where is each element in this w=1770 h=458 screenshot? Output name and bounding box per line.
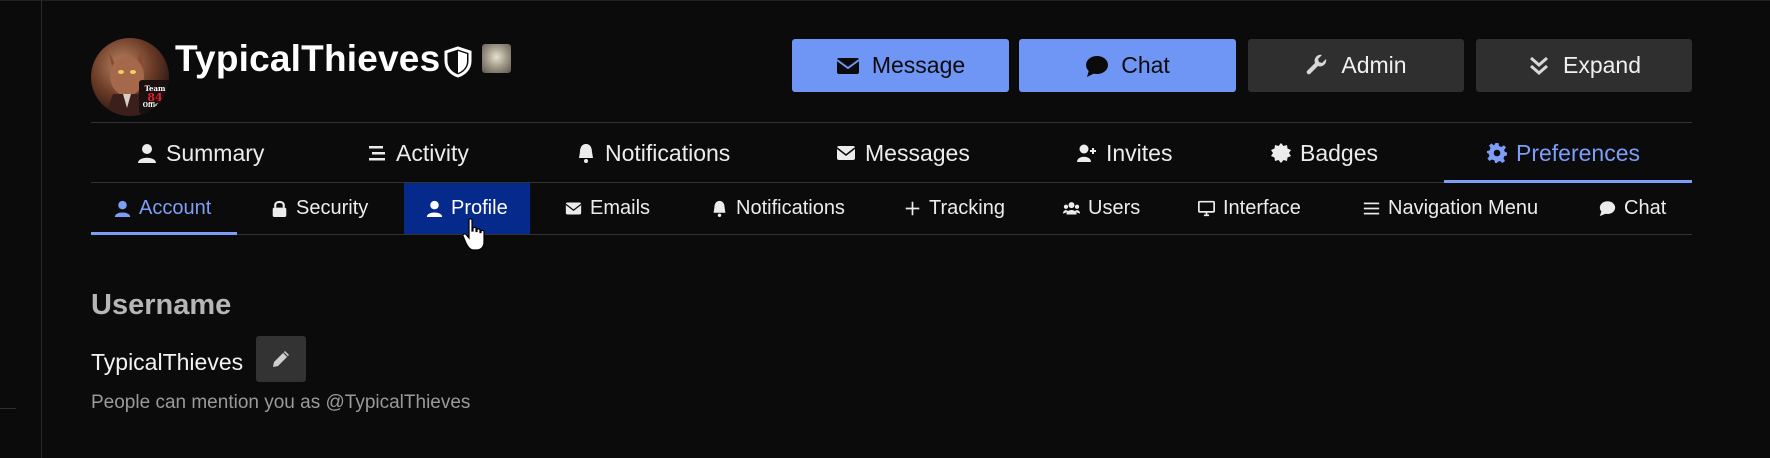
gear-icon — [1487, 143, 1507, 163]
subtab-navigation-menu[interactable]: Navigation Menu — [1363, 183, 1538, 234]
subtab-users[interactable]: Users — [1063, 183, 1140, 234]
pencil-icon — [273, 351, 289, 367]
bars-icon — [1363, 202, 1380, 215]
bell-icon — [713, 200, 726, 217]
chat-button-label: Chat — [1121, 52, 1170, 78]
shield-icon — [444, 46, 472, 78]
mention-hint-text: People can mention you as @TypicalThieve… — [91, 392, 471, 413]
envelope-icon — [565, 202, 582, 215]
chat-button[interactable]: Chat — [1019, 39, 1236, 92]
tab-activity-label: Activity — [396, 139, 469, 166]
top-border — [0, 0, 1770, 1]
desktop-icon — [1198, 200, 1215, 217]
tab-summary[interactable]: Summary — [137, 123, 264, 183]
tab-invites[interactable]: Invites — [1077, 123, 1172, 183]
comment-icon — [1086, 55, 1109, 77]
subtab-tracking[interactable]: Tracking — [904, 183, 1005, 234]
badge-text-bottom: Official — [142, 102, 168, 109]
subtab-chat[interactable]: Chat — [1599, 183, 1666, 234]
subtab-users-label: Users — [1088, 197, 1141, 219]
page-title: TypicalThieves — [175, 38, 441, 79]
wrench-icon — [1307, 54, 1327, 74]
tab-activity[interactable]: Activity — [367, 123, 469, 183]
user-header: Team 84 Official TypicalThieves Message … — [91, 38, 1692, 122]
left-sidebar-rail — [0, 0, 42, 458]
pointer-cursor-icon — [462, 218, 485, 251]
subtab-navigation-menu-label: Navigation Menu — [1388, 197, 1539, 219]
username-value: TypicalThieves — [91, 349, 244, 375]
plus-icon — [905, 201, 920, 216]
double-chevron-down-icon — [1529, 56, 1548, 75]
subtab-security-label: Security — [296, 197, 369, 219]
username-section-title: Username — [91, 289, 232, 321]
avatar[interactable]: Team 84 Official — [91, 38, 169, 116]
tab-messages[interactable]: Messages — [836, 123, 970, 183]
subtab-tracking-label: Tracking — [929, 197, 1005, 219]
subtab-profile-label: Profile — [451, 197, 508, 219]
user-icon — [138, 144, 156, 163]
tab-notifications[interactable]: Notifications — [576, 123, 730, 183]
rail-divider — [0, 408, 16, 409]
subtab-notifications-label: Notifications — [736, 197, 845, 219]
edit-username-button[interactable] — [256, 336, 306, 382]
main-tab-bar: Summary Activity Notifications Messages … — [91, 122, 1692, 183]
user-icon — [426, 200, 443, 217]
subtab-account[interactable]: Account — [114, 183, 211, 234]
user-icon — [114, 200, 131, 217]
comment-icon — [1599, 201, 1616, 217]
message-button-label: Message — [871, 52, 966, 78]
envelope-icon — [836, 146, 856, 160]
subtab-emails[interactable]: Emails — [565, 183, 650, 234]
subtab-interface[interactable]: Interface — [1198, 183, 1301, 234]
secondary-avatar — [482, 44, 511, 73]
user-plus-icon — [1077, 144, 1096, 162]
message-button[interactable]: Message — [792, 39, 1009, 92]
users-icon — [1063, 202, 1080, 215]
envelope-icon — [836, 57, 860, 74]
subtab-interface-label: Interface — [1223, 197, 1301, 219]
expand-button[interactable]: Expand — [1476, 39, 1692, 92]
current-subtab-indicator — [91, 232, 237, 235]
admin-button[interactable]: Admin — [1248, 39, 1464, 92]
bell-icon — [579, 144, 593, 163]
tab-summary-label: Summary — [166, 139, 265, 166]
admin-button-label: Admin — [1341, 52, 1407, 78]
subtab-account-label: Account — [139, 197, 212, 219]
avatar-team-badge: Team 84 Official — [139, 80, 169, 114]
expand-button-label: Expand — [1562, 52, 1641, 78]
tab-preferences[interactable]: Preferences — [1487, 123, 1640, 183]
subtab-notifications[interactable]: Notifications — [711, 183, 845, 234]
preferences-sub-nav: Account Security Profile Emails Notifica… — [91, 183, 1692, 235]
tab-invites-label: Invites — [1106, 139, 1173, 166]
tab-badges[interactable]: Badges — [1271, 123, 1378, 183]
tab-badges-label: Badges — [1300, 139, 1379, 166]
certificate-icon — [1271, 143, 1291, 163]
subtab-security[interactable]: Security — [271, 183, 368, 234]
tab-messages-label: Messages — [865, 139, 970, 166]
tab-preferences-label: Preferences — [1516, 139, 1641, 166]
tab-notifications-label: Notifications — [605, 139, 731, 166]
subtab-chat-label: Chat — [1624, 197, 1667, 219]
subtab-emails-label: Emails — [590, 197, 651, 219]
lock-icon — [272, 200, 287, 217]
stream-icon — [369, 146, 385, 161]
